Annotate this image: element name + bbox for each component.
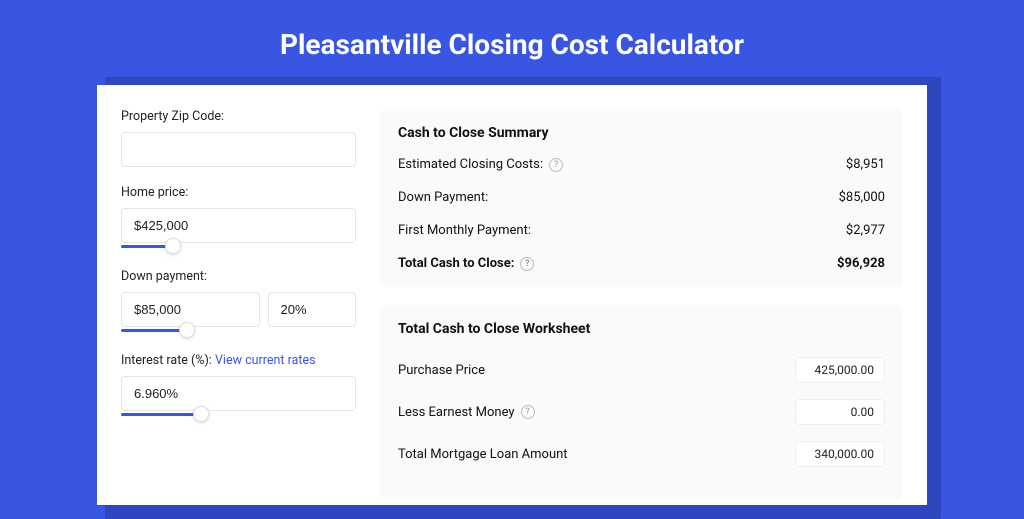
summary-row-value: $8,951 (846, 157, 885, 172)
calculator-card: Property Zip Code: Home price: Down paym… (97, 85, 927, 505)
home-price-input[interactable] (121, 208, 356, 243)
summary-card: Cash to Close Summary Estimated Closing … (380, 109, 903, 287)
zip-input[interactable] (121, 132, 356, 167)
interest-rate-label-text: Interest rate (%): (121, 353, 212, 368)
summary-heading: Cash to Close Summary (398, 125, 885, 141)
slider-thumb-icon[interactable] (165, 238, 181, 254)
interest-rate-slider[interactable] (121, 409, 356, 419)
summary-row-label: First Monthly Payment: (398, 223, 531, 238)
interest-rate-label: Interest rate (%): View current rates (121, 353, 356, 368)
summary-row-total: Total Cash to Close: ? $96,928 (398, 256, 885, 271)
summary-row: First Monthly Payment: $2,977 (398, 223, 885, 238)
summary-row-label: Down Payment: (398, 190, 488, 205)
summary-row-value: $96,928 (837, 256, 885, 271)
worksheet-row-value[interactable]: 340,000.00 (795, 441, 885, 467)
interest-rate-field: Interest rate (%): View current rates (121, 353, 356, 419)
worksheet-row-label: Less Earnest Money (398, 405, 515, 420)
worksheet-row-label: Purchase Price (398, 363, 485, 378)
worksheet-row-value[interactable]: 0.00 (795, 399, 885, 425)
down-payment-label: Down payment: (121, 269, 356, 284)
page-title: Pleasantville Closing Cost Calculator (0, 0, 1024, 85)
view-rates-link[interactable]: View current rates (215, 353, 316, 368)
calculator-container: Property Zip Code: Home price: Down paym… (97, 85, 927, 505)
home-price-slider[interactable] (121, 241, 356, 251)
worksheet-row-label: Total Mortgage Loan Amount (398, 447, 568, 462)
down-payment-slider[interactable] (121, 325, 356, 335)
worksheet-row: Total Mortgage Loan Amount 340,000.00 (398, 441, 885, 467)
zip-label: Property Zip Code: (121, 109, 356, 124)
home-price-field: Home price: (121, 185, 356, 251)
home-price-label: Home price: (121, 185, 356, 200)
down-payment-pct-input[interactable] (268, 292, 357, 327)
slider-thumb-icon[interactable] (179, 322, 195, 338)
interest-rate-input[interactable] (121, 376, 356, 411)
input-panel: Property Zip Code: Home price: Down paym… (121, 109, 356, 505)
help-icon[interactable]: ? (549, 158, 563, 172)
results-panel: Cash to Close Summary Estimated Closing … (356, 109, 903, 505)
help-icon[interactable]: ? (520, 257, 534, 271)
worksheet-row: Less Earnest Money ? 0.00 (398, 399, 885, 425)
summary-row: Down Payment: $85,000 (398, 190, 885, 205)
summary-row-value: $2,977 (846, 223, 885, 238)
down-payment-field: Down payment: (121, 269, 356, 335)
worksheet-row: Purchase Price 425,000.00 (398, 357, 885, 383)
zip-field: Property Zip Code: (121, 109, 356, 167)
help-icon[interactable]: ? (521, 405, 535, 419)
worksheet-row-value[interactable]: 425,000.00 (795, 357, 885, 383)
down-payment-input[interactable] (121, 292, 260, 327)
slider-thumb-icon[interactable] (193, 406, 209, 422)
summary-row-value: $85,000 (839, 190, 885, 205)
worksheet-heading: Total Cash to Close Worksheet (398, 321, 885, 337)
summary-row-label: Estimated Closing Costs: (398, 157, 543, 172)
summary-row: Estimated Closing Costs: ? $8,951 (398, 157, 885, 172)
summary-row-label: Total Cash to Close: (398, 256, 514, 271)
worksheet-card: Total Cash to Close Worksheet Purchase P… (380, 305, 903, 499)
